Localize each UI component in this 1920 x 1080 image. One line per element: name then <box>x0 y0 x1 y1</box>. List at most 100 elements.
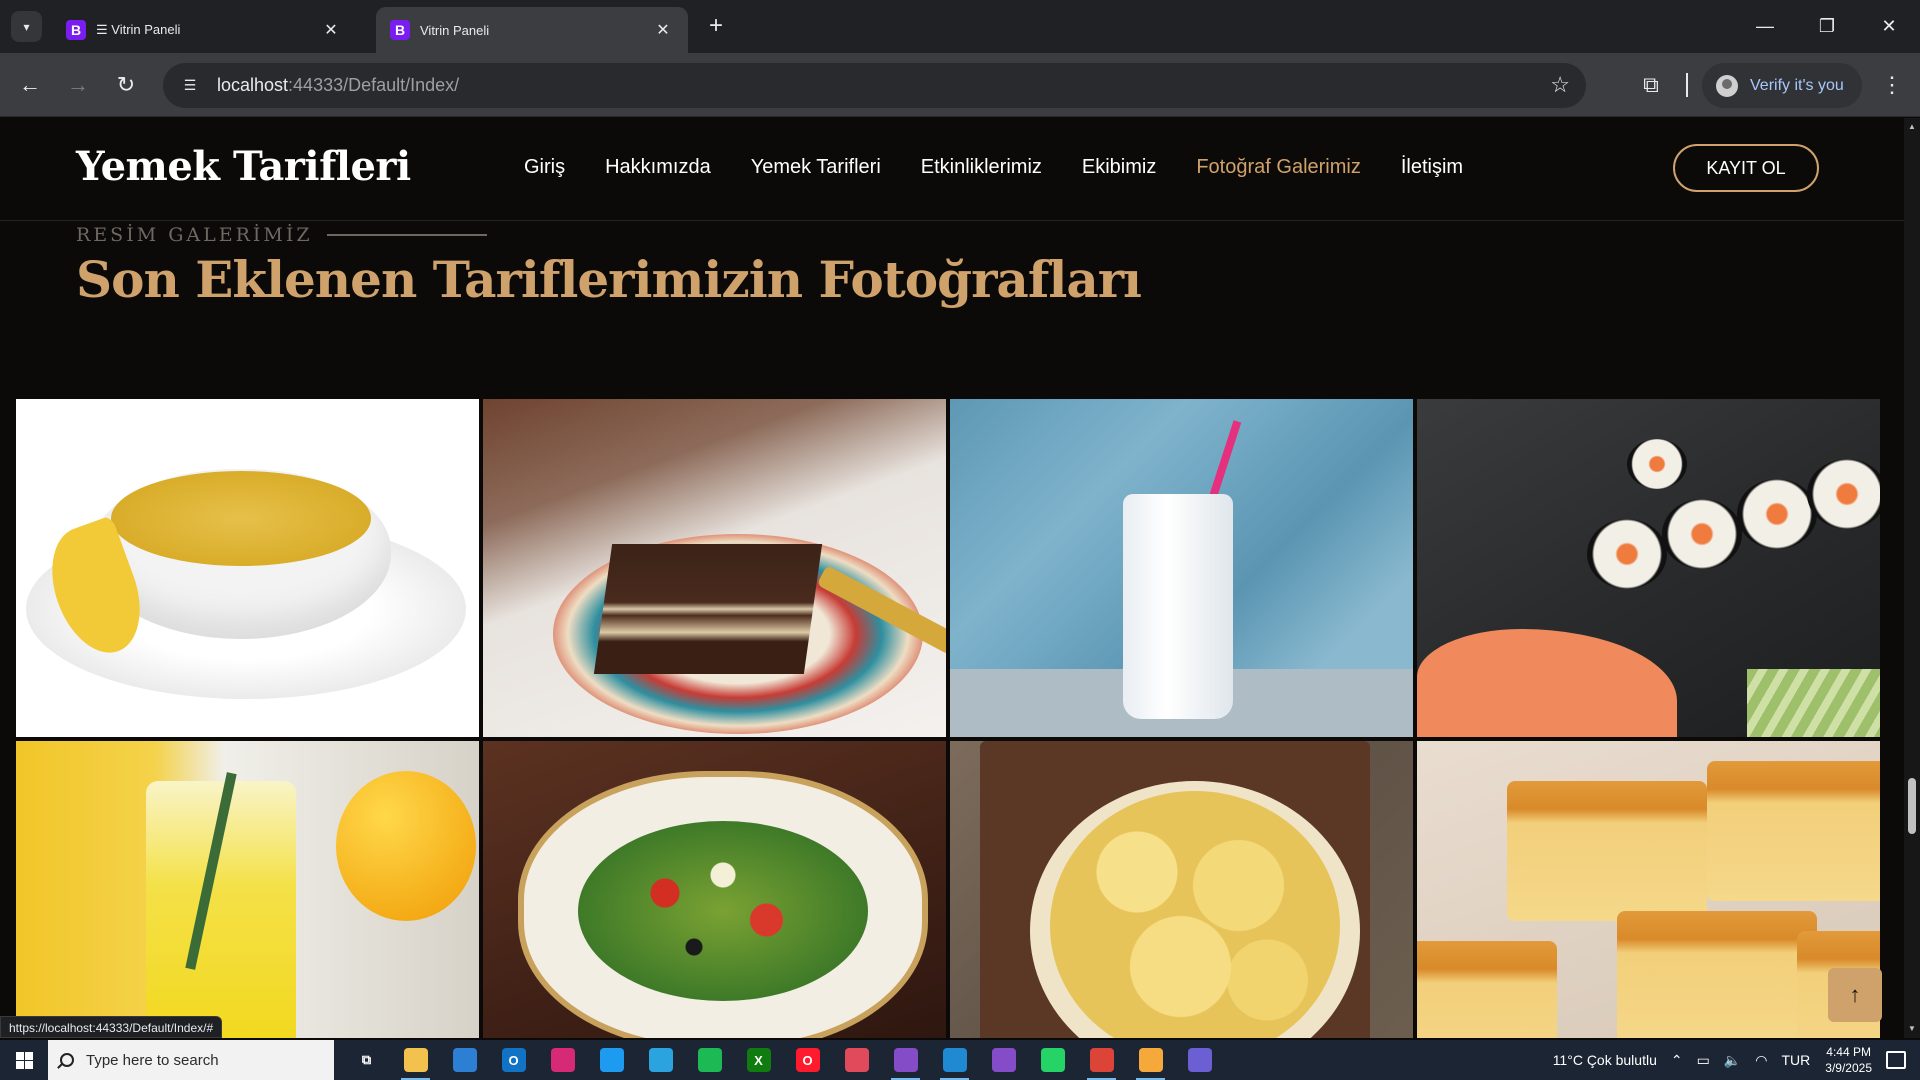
scroll-down-icon[interactable]: ▼ <box>1908 1024 1916 1033</box>
arrow-right-icon: → <box>67 72 89 97</box>
photo-gallery <box>16 399 1882 1038</box>
taskbar-app-file-explorer[interactable] <box>391 1040 440 1080</box>
system-clock[interactable]: 4:44 PM 3/9/2025 <box>1825 1044 1872 1076</box>
taskbar-app-twitter[interactable] <box>587 1040 636 1080</box>
arrow-up-icon: ↑ <box>1849 982 1861 1007</box>
close-tab-icon[interactable]: ✕ <box>652 19 674 41</box>
chevron-down-icon: ▾ <box>23 19 30 34</box>
section-eyebrow: RESİM GALERİMİZ <box>76 224 487 246</box>
search-placeholder: Type here to search <box>86 1051 219 1069</box>
profile-button[interactable]: Verify it's you <box>1702 63 1862 108</box>
clock-time: 4:44 PM <box>1826 1045 1871 1059</box>
taskbar-app-microsoft-store[interactable] <box>440 1040 489 1080</box>
nav-item-fotograf-galerimiz[interactable]: Fotoğraf Galerimiz <box>1196 156 1361 179</box>
toolbar-divider <box>1686 73 1688 97</box>
taskbar-app-vs-code[interactable] <box>930 1040 979 1080</box>
url-path: :44333/Default/Index/ <box>288 75 460 95</box>
language-indicator[interactable]: TUR <box>1782 1052 1811 1068</box>
nav-item-etkinliklerimiz[interactable]: Etkinliklerimiz <box>921 156 1042 179</box>
instagram-icon <box>550 1048 575 1072</box>
taskbar-app-paint[interactable] <box>1126 1040 1175 1080</box>
bookmark-star-icon[interactable]: ☆ <box>1550 72 1570 98</box>
opera-icon: O <box>795 1048 820 1072</box>
close-tab-icon[interactable]: ✕ <box>320 19 342 41</box>
gallery-photo-lemonade[interactable] <box>16 741 479 1038</box>
close-icon: ✕ <box>1881 16 1897 36</box>
site-settings-icon[interactable]: ☰ <box>177 73 203 99</box>
plus-icon: + <box>708 12 723 39</box>
browser-tab-2[interactable]: B Vitrin Paneli ✕ <box>376 7 688 53</box>
gallery-photo-sushi[interactable] <box>1417 399 1880 737</box>
taskbar-app-instagram[interactable] <box>538 1040 587 1080</box>
url-text: localhost:44333/Default/Index/ <box>217 75 459 96</box>
microsoft-store-icon <box>452 1048 477 1072</box>
windows-taskbar: Type here to search ⧉ O X O 11°C Çok bulutl… <box>0 1040 1920 1080</box>
nav-item-iletisim[interactable]: İletişim <box>1401 156 1463 179</box>
profile-label: Verify it's you <box>1750 76 1844 94</box>
section-heading: Son Eklenen Tariflerimizin Fotoğrafları <box>76 250 1142 309</box>
gallery-photo-chocolate-cake[interactable] <box>483 399 946 737</box>
taskbar-app-telegram[interactable] <box>636 1040 685 1080</box>
volume-icon[interactable]: 🔈 <box>1724 1052 1741 1069</box>
snipping-tool-icon <box>844 1048 869 1072</box>
taskbar-app-visual-studio[interactable] <box>881 1040 930 1080</box>
back-button[interactable]: ← <box>14 69 46 101</box>
gallery-photo-revani[interactable] <box>1417 741 1880 1038</box>
taskbar-app-xbox[interactable]: X <box>734 1040 783 1080</box>
weather-widget[interactable]: 11°C Çok bulutlu <box>1553 1052 1657 1068</box>
nav-item-ekibimiz[interactable]: Ekibimiz <box>1082 156 1156 179</box>
nav-item-hakkimizda[interactable]: Hakkımızda <box>605 156 711 179</box>
close-window-button[interactable]: ✕ <box>1858 0 1920 53</box>
battery-icon[interactable]: ▭ <box>1697 1052 1710 1069</box>
new-tab-button[interactable]: + <box>702 12 730 40</box>
minimize-button[interactable]: — <box>1734 0 1796 53</box>
taskbar-app-app-swirl[interactable] <box>1175 1040 1224 1080</box>
site-brand[interactable]: Yemek Tarifleri <box>76 143 411 190</box>
app-swirl-icon <box>1187 1048 1212 1072</box>
tab-title: ☰ Vitrin Paneli <box>96 22 181 37</box>
taskbar-app-task-view[interactable]: ⧉ <box>342 1040 391 1080</box>
visual-studio-2-icon <box>991 1048 1016 1072</box>
scroll-up-icon[interactable]: ▲ <box>1908 122 1916 131</box>
url-host: localhost <box>217 75 289 95</box>
back-to-top-button[interactable]: ↑ <box>1828 968 1882 1022</box>
nav-item-yemek-tarifleri[interactable]: Yemek Tarifleri <box>751 156 881 179</box>
forward-button[interactable]: → <box>62 69 94 101</box>
taskbar-search[interactable]: Type here to search <box>48 1040 334 1080</box>
browser-tab-1[interactable]: B ☰ Vitrin Paneli ✕ <box>52 7 356 53</box>
notification-center-icon[interactable] <box>1886 1051 1906 1069</box>
clock-date: 3/9/2025 <box>1825 1061 1872 1075</box>
taskbar-app-spotify[interactable] <box>685 1040 734 1080</box>
network-icon[interactable]: ◠ <box>1755 1052 1767 1069</box>
vs-code-icon <box>942 1048 967 1072</box>
taskbar-app-whatsapp[interactable] <box>1028 1040 1077 1080</box>
telegram-icon <box>648 1048 673 1072</box>
task-view-icon: ⧉ <box>354 1048 379 1072</box>
taskbar-app-visual-studio-2[interactable] <box>979 1040 1028 1080</box>
taskbar-app-chrome[interactable] <box>1077 1040 1126 1080</box>
address-bar[interactable]: ☰ localhost:44333/Default/Index/ ☆ <box>163 63 1586 108</box>
taskbar-app-outlook[interactable]: O <box>489 1040 538 1080</box>
reload-button[interactable]: ↻ <box>110 69 142 101</box>
scrollbar-thumb[interactable] <box>1908 778 1916 834</box>
extensions-button[interactable]: ⧉ <box>1635 69 1667 101</box>
tab-search-button[interactable]: ▾ <box>11 11 42 42</box>
file-explorer-icon <box>403 1048 428 1072</box>
register-button[interactable]: KAYIT OL <box>1673 144 1819 192</box>
browser-menu-button[interactable]: ⋮ <box>1876 69 1908 101</box>
gallery-photo-potato-chips[interactable] <box>950 741 1413 1038</box>
show-hidden-icons[interactable]: ⌃ <box>1671 1052 1683 1069</box>
eyebrow-text: RESİM GALERİMİZ <box>76 224 313 246</box>
gallery-photo-salad[interactable] <box>483 741 946 1038</box>
page-scrollbar[interactable]: ▲ ▼ <box>1904 118 1920 1038</box>
restore-button[interactable]: ❐ <box>1796 0 1858 53</box>
start-button[interactable] <box>0 1040 48 1080</box>
gallery-photo-ayran[interactable] <box>950 399 1413 737</box>
taskbar-app-opera[interactable]: O <box>783 1040 832 1080</box>
minimize-icon: — <box>1756 16 1774 36</box>
gallery-photo-soup[interactable] <box>16 399 479 737</box>
spotify-icon <box>697 1048 722 1072</box>
taskbar-app-snipping-tool[interactable] <box>832 1040 881 1080</box>
search-icon <box>60 1053 74 1067</box>
nav-item-giris[interactable]: Giriş <box>524 156 565 179</box>
